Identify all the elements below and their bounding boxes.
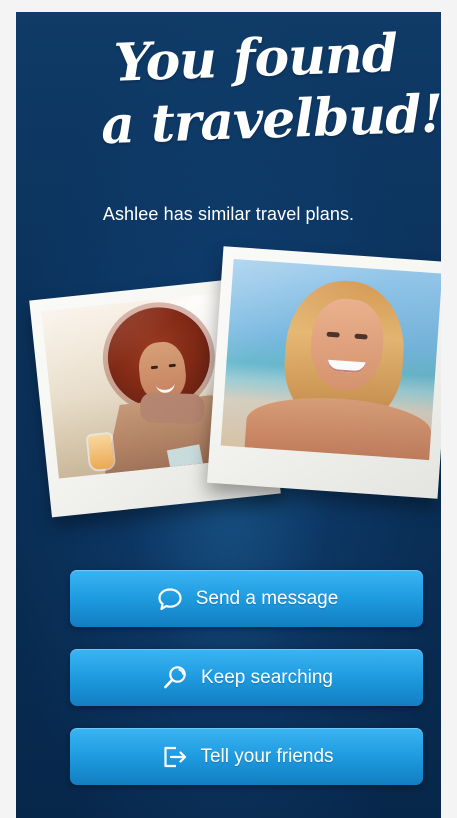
send-message-label: Send a message [195, 587, 339, 609]
title-line-2: a travelbud! [100, 83, 441, 157]
keep-searching-label: Keep searching [200, 666, 334, 688]
right-person-eye [354, 333, 368, 340]
tell-friends-button[interactable]: Tell your friends [70, 728, 423, 785]
keep-searching-button[interactable]: Keep searching [70, 649, 423, 706]
share-exit-icon [164, 746, 187, 767]
travelbud-match-screen: You found a travelbud! Ashlee has simila… [16, 12, 441, 818]
match-title: You found a travelbud! [50, 22, 441, 157]
right-profile-photo [207, 246, 441, 499]
title-line-1: You found [112, 22, 399, 94]
send-message-button[interactable]: Send a message [70, 570, 423, 627]
match-subtitle: Ashlee has similar travel plans. [102, 204, 355, 224]
right-photo-image [220, 258, 441, 461]
right-person-shoulders [244, 392, 433, 461]
drink-cup-icon [87, 433, 115, 471]
tell-friends-label: Tell your friends [200, 745, 334, 767]
chat-bubble-icon [158, 587, 182, 610]
left-person-scarf [139, 392, 205, 425]
right-person-eye [326, 331, 340, 338]
search-icon [164, 665, 186, 688]
